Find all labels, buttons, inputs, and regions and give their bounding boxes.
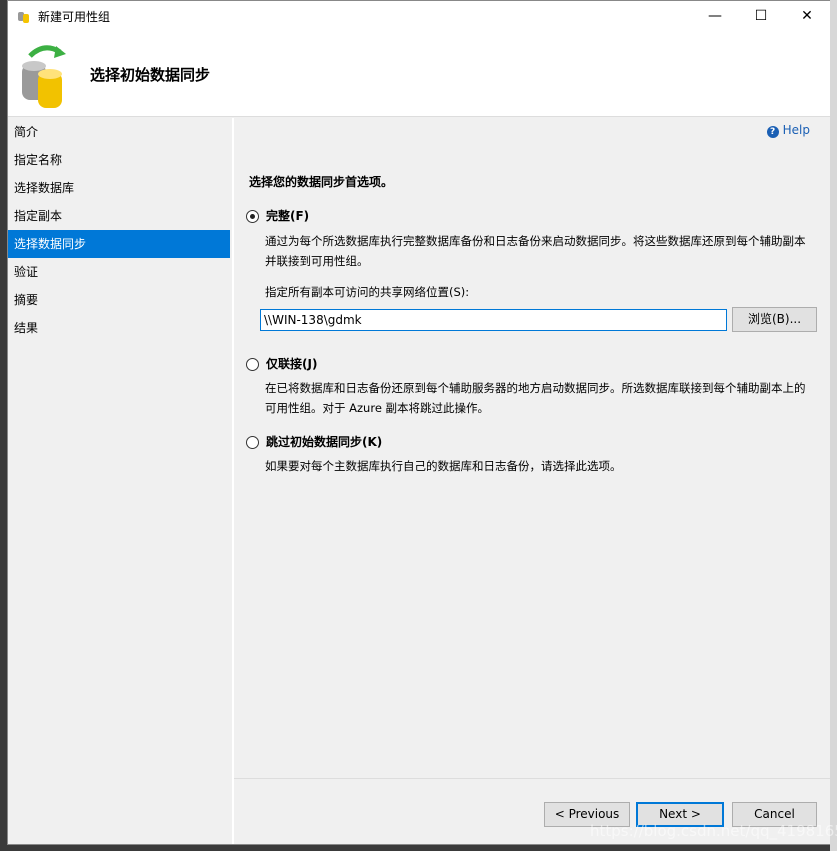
help-label: Help: [782, 123, 810, 137]
wizard-window: 新建可用性组 — ☐ ✕ 选择初始数据同步 简介 指定名称 选择数据库 指定副本…: [7, 0, 831, 845]
prompt-text: 选择您的数据同步首选项。: [249, 175, 394, 189]
nav-item-name[interactable]: 指定名称: [8, 146, 230, 174]
nav-item-data-sync[interactable]: 选择数据同步: [8, 230, 230, 258]
radio-skip[interactable]: [246, 436, 259, 449]
nav-item-replicas[interactable]: 指定副本: [8, 202, 230, 230]
footer-divider: [234, 778, 830, 779]
background-window-edge: [830, 0, 837, 851]
nav-item-results[interactable]: 结果: [8, 314, 230, 342]
option-skip[interactable]: 跳过初始数据同步(K): [246, 433, 382, 450]
content-panel: ? Help 选择您的数据同步首选项。 完整(F) 通过为每个所选数据库执行完整数…: [232, 118, 830, 844]
option-full-label: 完整(F): [266, 209, 310, 223]
browse-button[interactable]: 浏览(B)...: [732, 307, 817, 332]
share-path-input[interactable]: \\WIN-138\gdmk: [260, 309, 727, 331]
option-full[interactable]: 完整(F): [246, 207, 309, 224]
maximize-button[interactable]: ☐: [738, 1, 784, 31]
nav-item-databases[interactable]: 选择数据库: [8, 174, 230, 202]
database-icon: [18, 12, 29, 23]
database-sync-icon: [22, 45, 66, 108]
share-label: 指定所有副本可访问的共享网络位置(S):: [265, 285, 470, 299]
option-join[interactable]: 仅联接(J): [246, 355, 317, 372]
option-skip-desc: 如果要对每个主数据库执行自己的数据库和日志备份，请选择此选项。: [265, 459, 622, 473]
help-link[interactable]: ? Help: [766, 123, 810, 138]
option-full-desc: 通过为每个所选数据库执行完整数据库备份和日志备份来启动数据同步。将这些数据库还原…: [265, 234, 806, 268]
page-title: 选择初始数据同步: [90, 66, 211, 84]
option-join-label: 仅联接(J): [266, 357, 318, 371]
radio-join[interactable]: [246, 358, 259, 371]
minimize-button[interactable]: —: [692, 1, 738, 31]
radio-full[interactable]: [246, 210, 259, 223]
page-header: 选择初始数据同步: [8, 31, 830, 117]
wizard-nav: 简介 指定名称 选择数据库 指定副本 选择数据同步 验证 摘要 结果: [8, 118, 230, 844]
close-button[interactable]: ✕: [784, 1, 830, 31]
nav-item-intro[interactable]: 简介: [8, 118, 230, 146]
title-bar: 新建可用性组 — ☐ ✕: [8, 1, 830, 31]
nav-item-validation[interactable]: 验证: [8, 258, 230, 286]
window-title: 新建可用性组: [38, 10, 111, 24]
option-join-desc: 在已将数据库和日志备份还原到每个辅助服务器的地方启动数据同步。所选数据库联接到每…: [265, 381, 806, 415]
option-skip-label: 跳过初始数据同步(K): [266, 435, 383, 449]
help-icon: ?: [766, 126, 779, 138]
nav-item-summary[interactable]: 摘要: [8, 286, 230, 314]
watermark: https://blog.csdn.net/qq_41981651: [590, 822, 837, 840]
